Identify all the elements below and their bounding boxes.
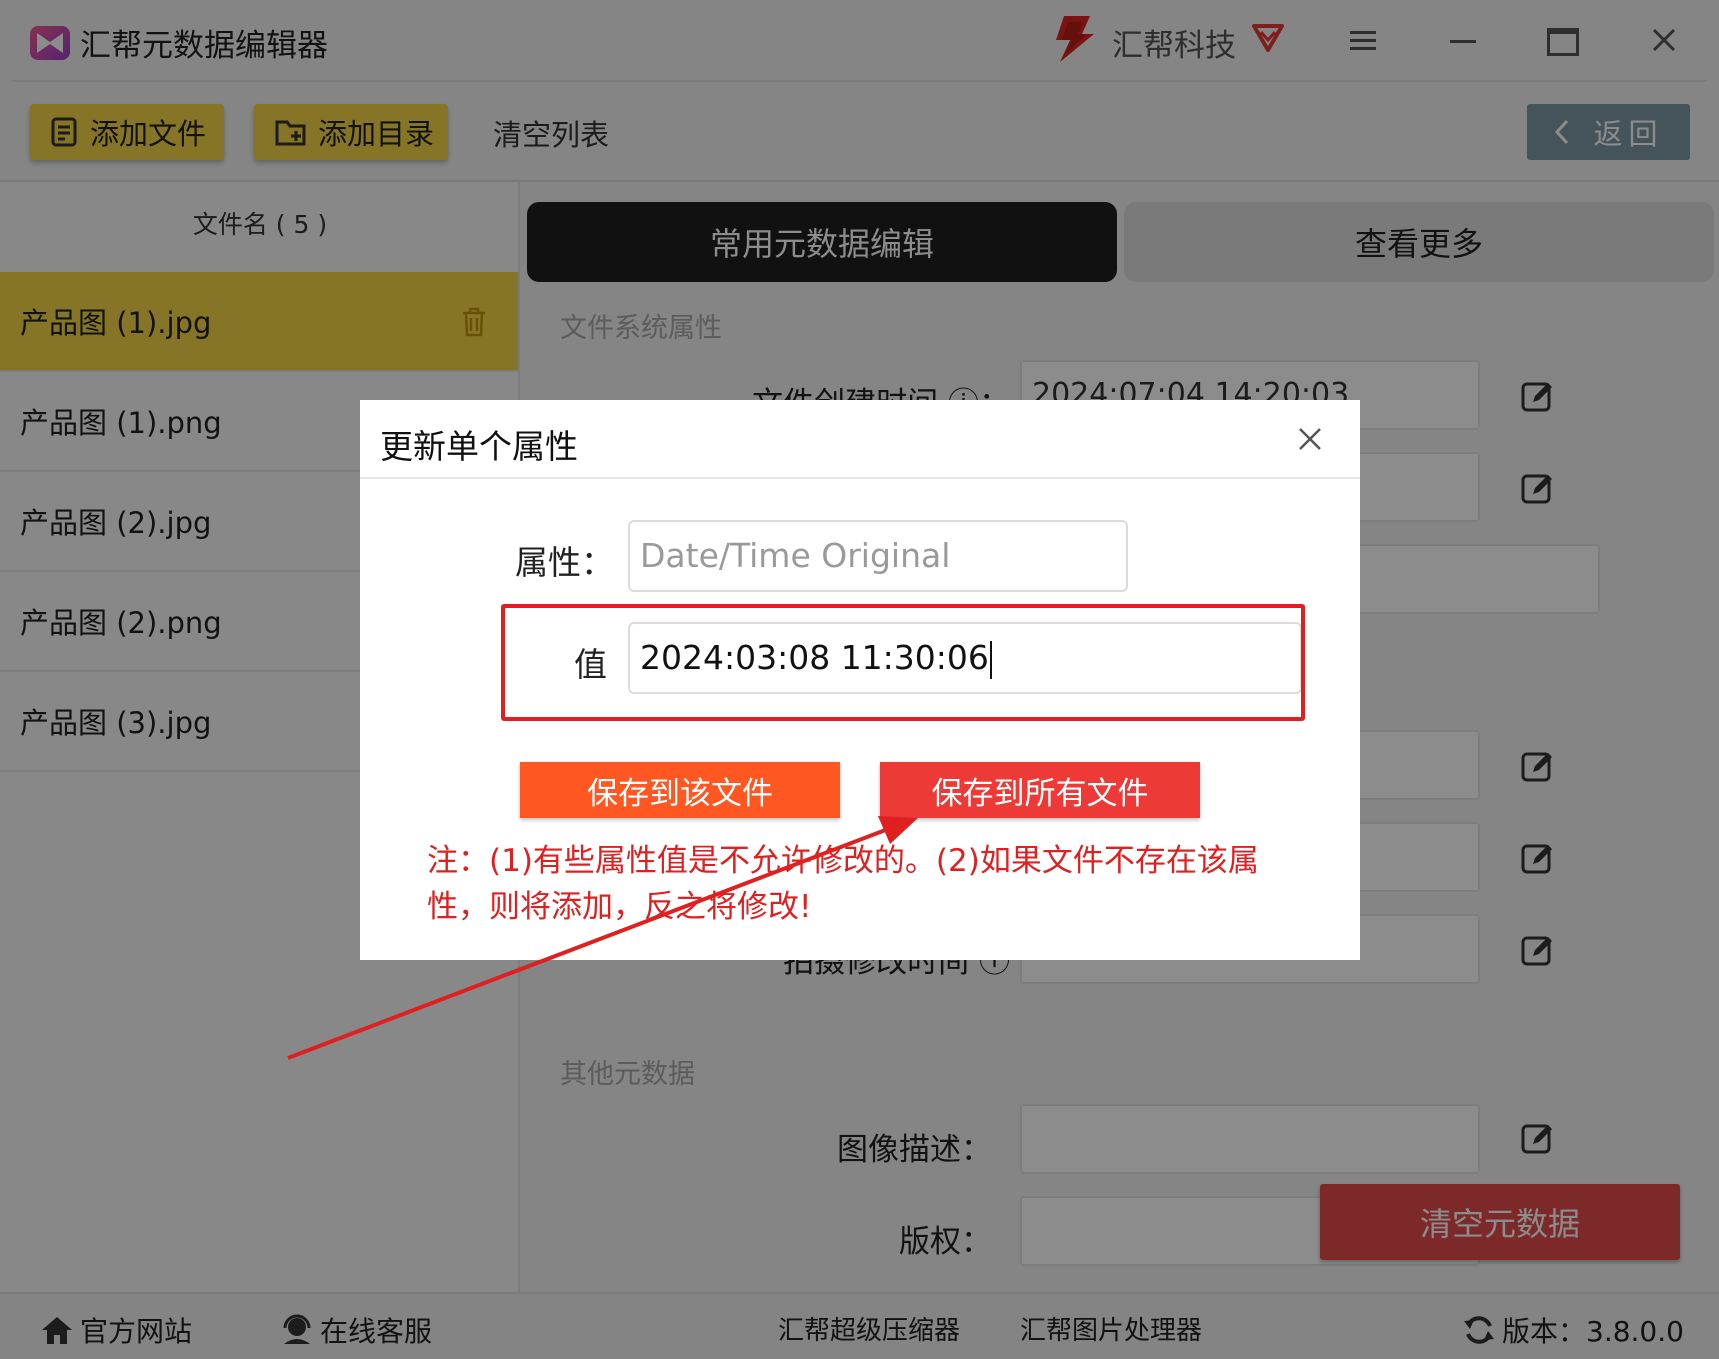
attribute-label: 属性： [515,543,614,582]
divider [360,477,1360,479]
close-dialog-icon[interactable] [1297,426,1323,452]
attribute-input[interactable]: Date/Time Original [628,520,1128,592]
dialog-note: 注：(1)有些属性值是不允许修改的。(2)如果文件不存在该属性，则将添加，反之将… [427,843,1259,925]
save-to-this-file-button[interactable]: 保存到该文件 [520,762,840,818]
annotation-highlight-box [501,604,1305,721]
dialog-title: 更新单个属性 [380,427,578,466]
save-to-all-files-button[interactable]: 保存到所有文件 [880,762,1200,818]
